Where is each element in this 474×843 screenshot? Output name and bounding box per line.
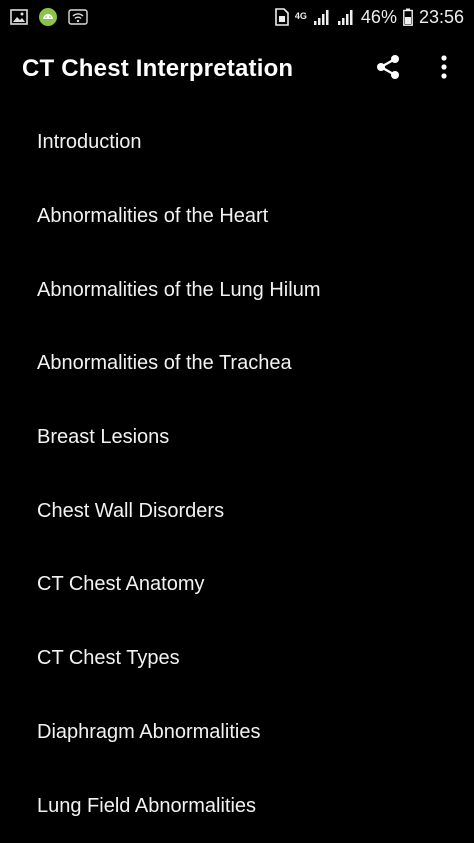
status-left — [10, 7, 88, 27]
list-item-diaphragm[interactable]: Diaphragm Abnormalities — [0, 696, 474, 770]
app-bar: CT Chest Interpretation — [0, 34, 474, 104]
more-options-button[interactable] — [428, 53, 460, 85]
more-vert-icon — [440, 54, 448, 84]
android-icon — [38, 7, 58, 27]
list-item-label: Breast Lesions — [37, 426, 170, 449]
wifi-icon — [68, 9, 88, 25]
list-item-label: CT Chest Anatomy — [37, 573, 205, 596]
list-item-label: Abnormalities of the Trachea — [37, 352, 292, 375]
battery-icon — [403, 8, 413, 26]
signal-icon — [313, 9, 331, 25]
topic-list: Introduction Abnormalities of the Heart … — [0, 106, 474, 843]
list-item-label: Chest Wall Disorders — [37, 499, 225, 522]
status-bar: 4G 46% 23:56 — [0, 0, 474, 34]
sim-icon — [275, 8, 289, 26]
network-type: 4G — [294, 10, 307, 21]
list-item-breast-lesions[interactable]: Breast Lesions — [0, 401, 474, 475]
list-item-lung-field[interactable]: Lung Field Abnormalities — [0, 769, 474, 843]
share-button[interactable] — [372, 53, 404, 85]
list-item-label: Abnormalities of the Lung Hilum — [37, 278, 321, 301]
list-item-ct-chest-anatomy[interactable]: CT Chest Anatomy — [0, 548, 474, 622]
list-item-label: Introduction — [37, 131, 142, 154]
status-right: 4G 46% 23:56 — [275, 7, 464, 28]
signal-icon-2 — [337, 9, 355, 25]
list-item-label: Abnormalities of the Heart — [37, 205, 269, 228]
battery-percent: 46% — [360, 6, 397, 27]
list-item-label: Diaphragm Abnormalities — [37, 720, 261, 743]
share-icon — [375, 54, 401, 85]
clock: 23:56 — [418, 6, 464, 27]
app-title: CT Chest Interpretation — [22, 55, 294, 82]
list-item-label: Lung Field Abnormalities — [37, 794, 257, 817]
list-item-trachea[interactable]: Abnormalities of the Trachea — [0, 327, 474, 401]
gallery-icon — [10, 9, 28, 25]
list-item-introduction[interactable]: Introduction — [0, 106, 474, 180]
list-item-ct-chest-types[interactable]: CT Chest Types — [0, 622, 474, 696]
list-item-heart[interactable]: Abnormalities of the Heart — [0, 180, 474, 254]
list-item-label: CT Chest Types — [37, 647, 180, 670]
app-actions — [372, 53, 460, 85]
list-item-lung-hilum[interactable]: Abnormalities of the Lung Hilum — [0, 253, 474, 327]
list-item-chest-wall[interactable]: Chest Wall Disorders — [0, 474, 474, 548]
